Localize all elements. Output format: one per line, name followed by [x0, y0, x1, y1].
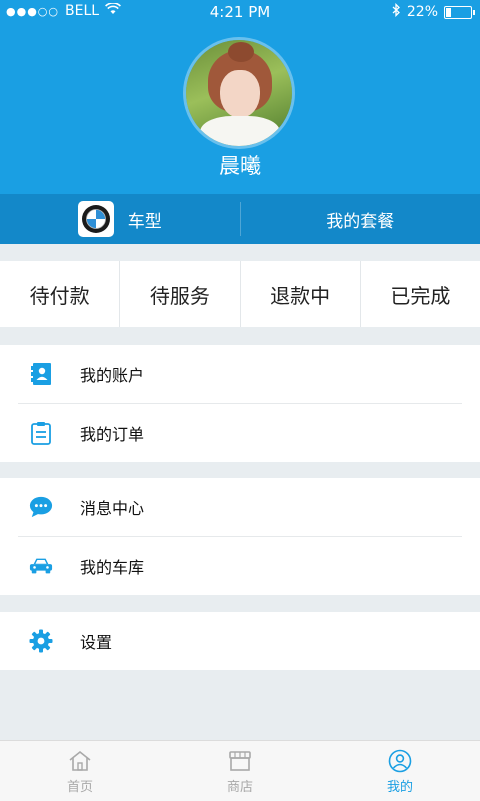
battery-percent: 22% — [407, 4, 438, 20]
car-model-button[interactable]: 车型 — [0, 194, 240, 244]
tab-shop[interactable]: 商店 — [160, 741, 320, 801]
menu-item-label: 设置 — [80, 629, 112, 653]
bmw-logo-icon — [78, 201, 114, 237]
avatar[interactable] — [186, 40, 292, 146]
completed-button[interactable]: 已完成 — [361, 261, 480, 327]
menu-item-label: 我的车库 — [80, 554, 144, 578]
pending-payment-button[interactable]: 待付款 — [0, 261, 120, 327]
messages-card: 消息中心 我的车库 — [0, 478, 480, 595]
tab-label: 商店 — [227, 776, 253, 795]
menu-item-settings[interactable]: 设置 — [0, 612, 480, 670]
home-icon — [67, 748, 93, 774]
account-card: 我的账户 我的订单 — [0, 345, 480, 462]
chat-bubble-icon — [29, 495, 53, 519]
bottom-tab-bar: 首页 商店 我的 — [0, 740, 480, 801]
gear-icon — [29, 629, 53, 653]
header-tab-strip: 车型 我的套餐 — [0, 194, 480, 244]
menu-item-garage[interactable]: 我的车库 — [0, 537, 480, 595]
menu-item-label: 消息中心 — [80, 495, 144, 519]
menu-item-orders[interactable]: 我的订单 — [0, 404, 480, 462]
battery-icon — [444, 6, 472, 19]
tab-label: 首页 — [67, 776, 93, 795]
order-status-row: 待付款 待服务 退款中 已完成 — [0, 261, 480, 327]
tab-label: 我的 — [387, 776, 413, 795]
bluetooth-icon — [392, 3, 401, 21]
username[interactable]: 晨曦 — [0, 150, 480, 180]
tab-home[interactable]: 首页 — [0, 741, 160, 801]
refunding-button[interactable]: 退款中 — [241, 261, 361, 327]
status-bar: ●●●○○ BELL 4:21 PM 22% — [0, 0, 480, 24]
car-icon — [29, 554, 53, 578]
store-icon — [227, 748, 253, 774]
menu-item-account[interactable]: 我的账户 — [0, 345, 480, 403]
menu-item-messages[interactable]: 消息中心 — [0, 478, 480, 536]
my-package-label: 我的套餐 — [326, 207, 394, 232]
my-package-button[interactable]: 我的套餐 — [241, 194, 480, 244]
tab-mine[interactable]: 我的 — [320, 741, 480, 801]
battery-level — [446, 8, 451, 17]
menu-item-label: 我的账户 — [80, 362, 144, 386]
account-icon — [29, 362, 53, 386]
menu-item-label: 我的订单 — [80, 421, 144, 445]
settings-card: 设置 — [0, 612, 480, 670]
car-model-label: 车型 — [128, 207, 162, 232]
user-icon — [387, 748, 413, 774]
clipboard-icon — [29, 421, 53, 445]
pending-service-button[interactable]: 待服务 — [120, 261, 240, 327]
